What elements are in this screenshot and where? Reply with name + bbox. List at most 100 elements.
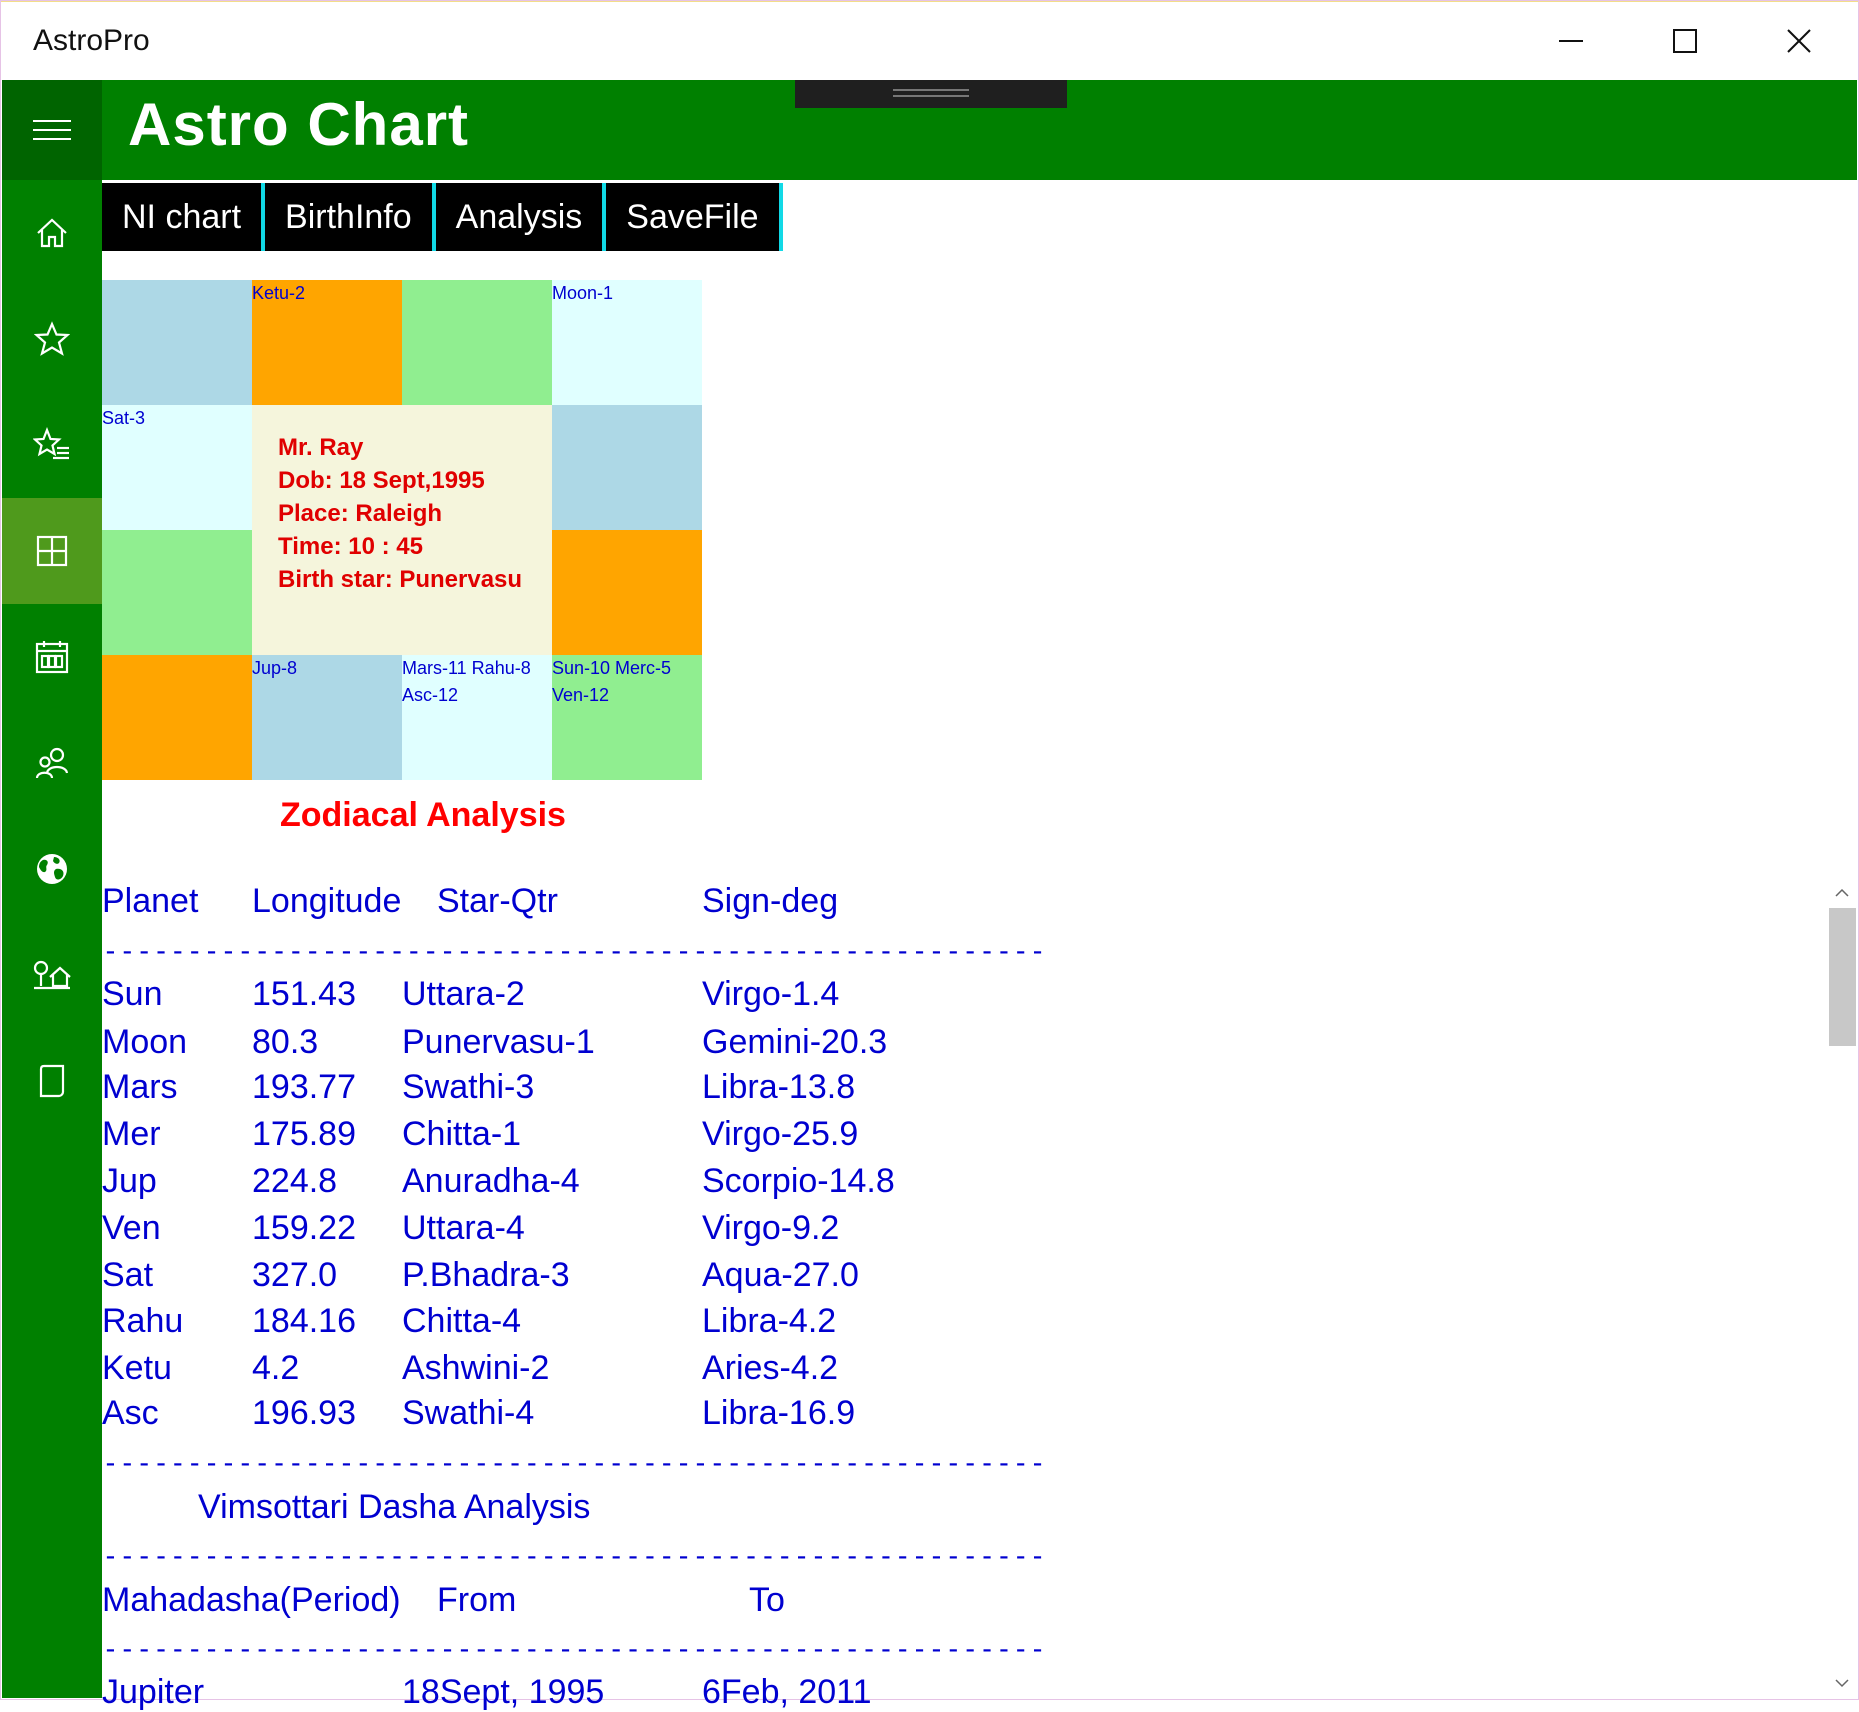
globe-icon xyxy=(37,854,67,884)
table-cell-longitude: 184.16 xyxy=(252,1302,356,1340)
person-name: Mr. Ray xyxy=(278,434,364,461)
sidebar-item-home-garden[interactable] xyxy=(2,922,102,1028)
chart-house xyxy=(552,405,702,530)
chart-house-label: Sun-10 Merc-5 xyxy=(552,658,672,678)
chart-house: Jup-8 xyxy=(252,655,402,780)
close-button[interactable] xyxy=(1742,2,1856,80)
table-cell-planet: Jup xyxy=(102,1162,157,1200)
sidebar-item-favorites[interactable] xyxy=(2,286,102,392)
table-cell-planet: Sun xyxy=(102,975,163,1013)
divider: ----------------------------------------… xyxy=(102,934,1047,967)
chart-house xyxy=(402,280,552,405)
table-cell-sign-deg: Virgo-1.4 xyxy=(702,975,840,1013)
minimize-button[interactable] xyxy=(1514,2,1628,80)
column-header-mahadasha: Mahadasha(Period) xyxy=(102,1581,401,1619)
dasha-row-period: Jupiter xyxy=(102,1673,205,1711)
maximize-button[interactable] xyxy=(1628,2,1742,80)
table-cell-longitude: 151.43 xyxy=(252,975,356,1013)
chart-house-label: Sat-3 xyxy=(102,408,146,428)
divider: ----------------------------------------… xyxy=(102,1539,1047,1572)
sidebar-item-starlist[interactable] xyxy=(2,392,102,498)
birth-star: Birth star: Punervasu xyxy=(278,566,523,593)
tab-savefile[interactable]: SaveFile xyxy=(606,183,783,251)
chart-house-label: Ven-12 xyxy=(552,685,610,705)
table-cell-planet: Mer xyxy=(102,1115,161,1153)
vertical-scrollbar[interactable] xyxy=(1826,878,1857,1698)
minimize-icon xyxy=(1559,40,1583,42)
drag-handle[interactable] xyxy=(795,80,1067,108)
table-cell-planet: Mars xyxy=(102,1068,178,1106)
column-header-longitude: Longitude xyxy=(252,882,402,920)
table-cell-sign-deg: Libra-16.9 xyxy=(702,1394,856,1432)
close-icon xyxy=(1787,29,1811,53)
scroll-up-button[interactable] xyxy=(1826,878,1857,908)
table-cell-star-qtr: Swathi-4 xyxy=(402,1394,535,1432)
chart-house xyxy=(552,530,702,655)
table-cell-star-qtr: Uttara-2 xyxy=(402,975,525,1013)
table-cell-star-qtr: Anuradha-4 xyxy=(402,1162,580,1200)
table-cell-sign-deg: Libra-13.8 xyxy=(702,1068,856,1106)
table-cell-star-qtr: Swathi-3 xyxy=(402,1068,535,1106)
divider: ----------------------------------------… xyxy=(102,1446,1047,1479)
table-cell-planet: Asc xyxy=(102,1394,159,1432)
tablet-icon xyxy=(39,1064,65,1098)
home-icon xyxy=(37,218,67,248)
title-bar: AstroPro xyxy=(2,2,1857,80)
table-cell-longitude: 159.22 xyxy=(252,1209,356,1247)
chart-house: Mars-11 Rahu-8 Asc-12 xyxy=(402,655,552,780)
table-cell-sign-deg: Scorpio-14.8 xyxy=(702,1162,895,1200)
table-cell-longitude: 327.0 xyxy=(252,1256,338,1294)
sidebar xyxy=(2,180,102,1698)
dasha-row-from: 18Sept, 1995 xyxy=(402,1673,605,1711)
tab-analysis[interactable]: Analysis xyxy=(435,183,607,251)
tab-ni-chart[interactable]: NI chart xyxy=(102,183,266,251)
page-title: Astro Chart xyxy=(128,91,470,158)
app-header: Astro Chart xyxy=(2,80,1857,180)
hamburger-menu-button[interactable] xyxy=(2,80,102,180)
grid-icon xyxy=(36,535,68,567)
tree-house-icon xyxy=(33,960,71,990)
chart-house xyxy=(102,655,252,780)
scroll-down-button[interactable] xyxy=(1826,1668,1857,1698)
tab-birthinfo[interactable]: BirthInfo xyxy=(265,183,436,251)
sidebar-item-people[interactable] xyxy=(2,710,102,816)
birth-place: Place: Raleigh xyxy=(278,500,443,527)
calendar-icon xyxy=(35,641,69,674)
date-of-birth: Dob: 18 Sept,1995 xyxy=(278,467,485,494)
app-title: AstroPro xyxy=(33,24,150,57)
chart-house: Ketu-2 xyxy=(252,280,402,405)
table-cell-planet: Moon xyxy=(102,1023,188,1061)
table-cell-longitude: 4.2 xyxy=(252,1349,300,1387)
column-header-to: To xyxy=(749,1581,785,1619)
chart-house-label: Ketu-2 xyxy=(252,283,306,303)
sidebar-item-calendar[interactable] xyxy=(2,604,102,710)
chart-house xyxy=(102,530,252,655)
chart-house: Sat-3 xyxy=(102,405,252,530)
star-icon xyxy=(34,321,70,356)
sidebar-item-home[interactable] xyxy=(2,180,102,286)
column-header-planet: Planet xyxy=(102,882,199,920)
dasha-row-to: 6Feb, 2011 xyxy=(702,1673,872,1711)
table-cell-star-qtr: Chitta-1 xyxy=(402,1115,522,1153)
tab-bar: NI chart BirthInfo Analysis SaveFile xyxy=(102,183,783,251)
chevron-down-icon xyxy=(1834,1679,1849,1688)
sidebar-item-chart[interactable] xyxy=(2,498,102,604)
table-cell-sign-deg: Virgo-9.2 xyxy=(702,1209,840,1247)
sidebar-item-notes[interactable] xyxy=(2,1028,102,1134)
table-cell-planet: Ven xyxy=(102,1209,161,1247)
sidebar-item-world[interactable] xyxy=(2,816,102,922)
dasha-title: Vimsottari Dasha Analysis xyxy=(198,1488,591,1526)
chart-house: Sun-10 Merc-5 Ven-12 xyxy=(552,655,702,780)
window-frame xyxy=(0,0,1859,1700)
astro-chart-grid: Ketu-2 Moon-1 Sat-3 Jup-8 Mars-11 Rahu-8… xyxy=(102,280,702,780)
chart-house-label: Jup-8 xyxy=(252,658,298,678)
scrollbar-thumb[interactable] xyxy=(1829,908,1856,1046)
chevron-up-icon xyxy=(1834,888,1849,897)
table-cell-planet: Ketu xyxy=(102,1349,172,1387)
table-cell-star-qtr: Ashwini-2 xyxy=(402,1349,550,1387)
table-cell-longitude: 193.77 xyxy=(252,1068,356,1106)
table-cell-star-qtr: Chitta-4 xyxy=(402,1302,522,1340)
grip-icon xyxy=(893,89,969,97)
table-cell-sign-deg: Libra-4.2 xyxy=(702,1302,837,1340)
table-cell-planet: Sat xyxy=(102,1256,154,1294)
